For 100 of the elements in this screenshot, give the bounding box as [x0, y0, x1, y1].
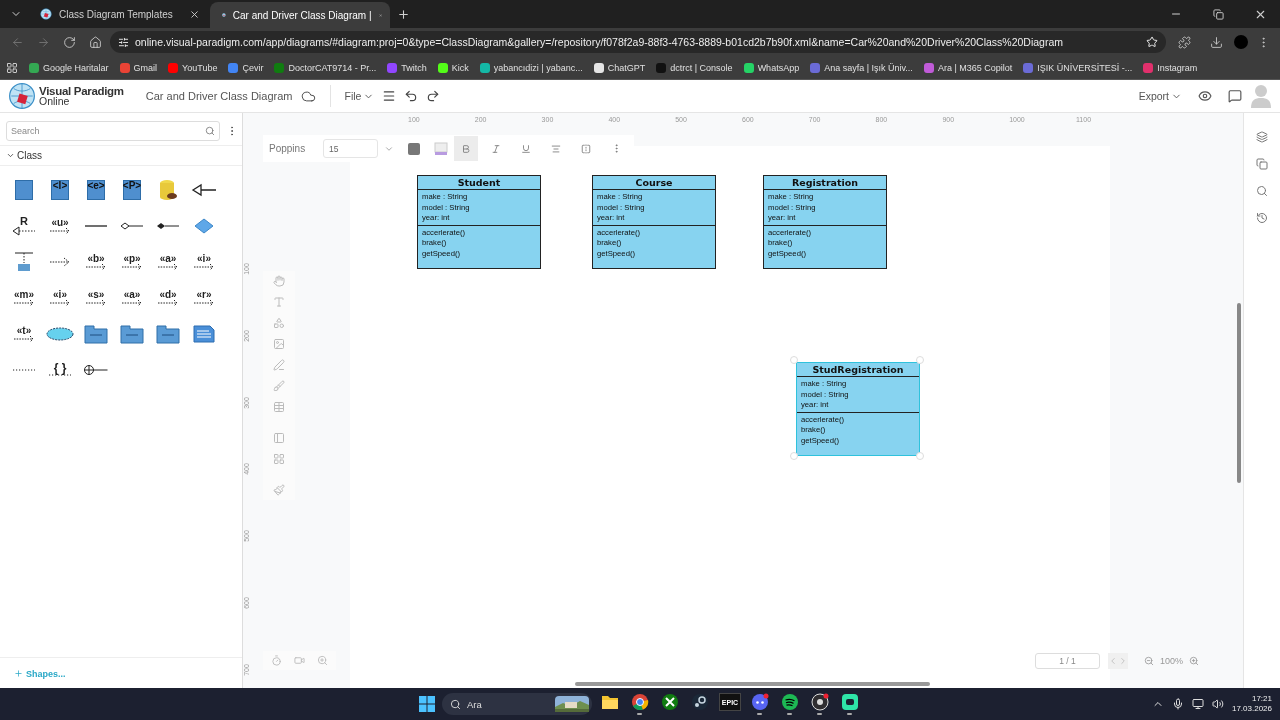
bookmark-link[interactable]: Ara | M365 Copilot [923, 62, 1013, 73]
undo-icon[interactable] [404, 89, 419, 103]
shape-tool[interactable]: «r» [186, 280, 222, 316]
shape-tool[interactable]: «d» [150, 280, 186, 316]
shape-tool[interactable]: «a» [150, 244, 186, 280]
resize-handle[interactable] [916, 452, 924, 460]
export-menu[interactable]: Export [1138, 90, 1182, 102]
bookmark-link[interactable]: WhatsApp [743, 62, 800, 73]
help-icon[interactable] [1228, 89, 1242, 103]
bookmark-link[interactable]: YouTube [168, 62, 218, 73]
reload-icon[interactable] [62, 35, 76, 49]
history-icon[interactable] [1256, 212, 1268, 224]
shape-tool[interactable]: <P> [114, 172, 150, 208]
class-shape-icon: <I> [51, 180, 69, 200]
new-tab-icon[interactable] [396, 7, 410, 21]
shape-tool[interactable]: <I> [42, 172, 78, 208]
redo-icon[interactable] [426, 89, 441, 103]
extensions-icon[interactable] [1177, 35, 1191, 49]
bookmark-link[interactable]: DoctorCAT9714 - Pr... [274, 62, 377, 73]
shape-tool[interactable]: «m» [6, 280, 42, 316]
shape-tool[interactable]: «a» [114, 280, 150, 316]
shape-tool[interactable]: { } [42, 352, 78, 388]
clock[interactable]: 17:21 17.03.2026 [1231, 694, 1272, 714]
taskbar-search[interactable]: Ara [441, 693, 592, 715]
shape-tool[interactable]: «u» [42, 208, 78, 244]
speaker-icon[interactable] [1211, 698, 1224, 710]
forward-icon[interactable] [36, 35, 50, 49]
hollow-arrow-icon [11, 225, 37, 236]
bookmark-link[interactable]: Google Haritalar [29, 62, 109, 73]
menu-icon[interactable] [382, 89, 397, 103]
resize-handle[interactable] [916, 356, 924, 364]
bookmark-link[interactable]: yabancıdizi | yabanc... [479, 62, 583, 73]
chat-bubble-icon [750, 693, 769, 711]
bookmark-link[interactable]: Çevir [228, 62, 264, 73]
microphone-icon[interactable] [1171, 698, 1184, 710]
shape-tool[interactable]: «b» [78, 244, 114, 280]
font-selector[interactable]: Poppins [269, 143, 317, 154]
shape-tool[interactable]: R [6, 208, 42, 244]
bookmark-link[interactable]: Ana sayfa | Işık Üniv... [810, 62, 913, 73]
search-icon[interactable] [1256, 185, 1268, 197]
hollow-arrow-icon [191, 183, 217, 197]
close-icon[interactable] [189, 8, 200, 20]
favicon-icon [40, 8, 52, 20]
bold-button[interactable] [454, 136, 478, 161]
home-icon[interactable] [88, 35, 102, 49]
bookmark-link[interactable]: Gmail [119, 62, 158, 73]
page-number-field[interactable]: 1 / 1 [1035, 653, 1100, 669]
bookmark-link[interactable]: IŞIK ÜNİVERSİTESİ -... [1023, 62, 1133, 73]
bookmark-link[interactable]: ChatGPT [593, 62, 646, 73]
document-title[interactable]: Car and Driver Class Diagram [145, 90, 293, 102]
class-name: Registration [764, 176, 886, 190]
download-icon[interactable] [1209, 35, 1223, 49]
zoom-in-icon[interactable] [1189, 656, 1200, 666]
cloud-icon[interactable] [300, 88, 316, 104]
class-shape-icon: <P> [123, 180, 141, 200]
fill-color-icon[interactable] [434, 141, 448, 156]
resize-handle[interactable] [790, 452, 798, 460]
underline-icon [521, 143, 531, 154]
spotify-icon [780, 693, 799, 711]
vertical-scrollbar[interactable] [1237, 303, 1241, 483]
zoom-out-icon[interactable] [1144, 656, 1154, 666]
color-swatch[interactable] [408, 142, 420, 155]
logo-icon [8, 82, 36, 110]
logo-subtitle: Online [39, 96, 71, 106]
bookmark-link[interactable]: dctrct | Console [656, 62, 733, 73]
back-icon[interactable] [10, 35, 24, 49]
category-header[interactable]: Class [0, 145, 242, 166]
bookmark-link[interactable]: Kick [437, 62, 469, 73]
bookmark-link[interactable]: Instagram [1143, 62, 1198, 73]
windows-start-icon[interactable] [417, 695, 436, 713]
file-menu[interactable]: File [344, 90, 375, 102]
bookmark-link[interactable]: Twitch [387, 62, 427, 73]
bookmark-star-icon[interactable] [1146, 36, 1158, 48]
shape-tool[interactable]: «i» [42, 280, 78, 316]
resize-handle[interactable] [790, 356, 798, 364]
preview-eye-icon[interactable] [1198, 89, 1212, 103]
shape-tool[interactable]: <e> [78, 172, 114, 208]
shape-tool[interactable]: «t» [6, 316, 42, 352]
apps-grid-icon[interactable] [6, 61, 18, 74]
shape-tool[interactable]: «i» [186, 244, 222, 280]
anchor-shape-icon [14, 251, 34, 273]
folder-icon [600, 694, 619, 710]
copy-icon[interactable] [1256, 158, 1268, 170]
browser-tab[interactable]: Car and Driver Class Diagram | [210, 2, 390, 28]
search-icon [205, 126, 215, 136]
horizontal-scrollbar[interactable] [575, 682, 930, 686]
dashed-ellipse-icon [46, 327, 74, 341]
search-label: Ara [466, 698, 483, 710]
address-bar[interactable]: online.visual-paradigm.com/app/diagrams/#diagram:proj=0&type=ClassDiagram&gallery=/repository/f078f2a9-88f3-4763-8889-b01cd2b7b90f.xml&name=Car%20and%20Driver%20Class%20Diagram [110, 31, 1166, 53]
shape-tool[interactable]: «p» [114, 244, 150, 280]
shape-search-field[interactable]: Search [6, 121, 220, 141]
font-size-field[interactable]: 15 [323, 139, 378, 158]
shape-tool[interactable]: «s» [78, 280, 114, 316]
class-name: Course [593, 176, 715, 190]
browser-tab[interactable]: Class Diagram Templates [28, 2, 208, 26]
site-info-icon[interactable] [118, 36, 129, 48]
display-icon[interactable] [1191, 698, 1204, 710]
layers-icon[interactable] [1256, 131, 1268, 143]
restore-icon[interactable] [1212, 8, 1224, 20]
flip-icon[interactable] [581, 143, 591, 154]
